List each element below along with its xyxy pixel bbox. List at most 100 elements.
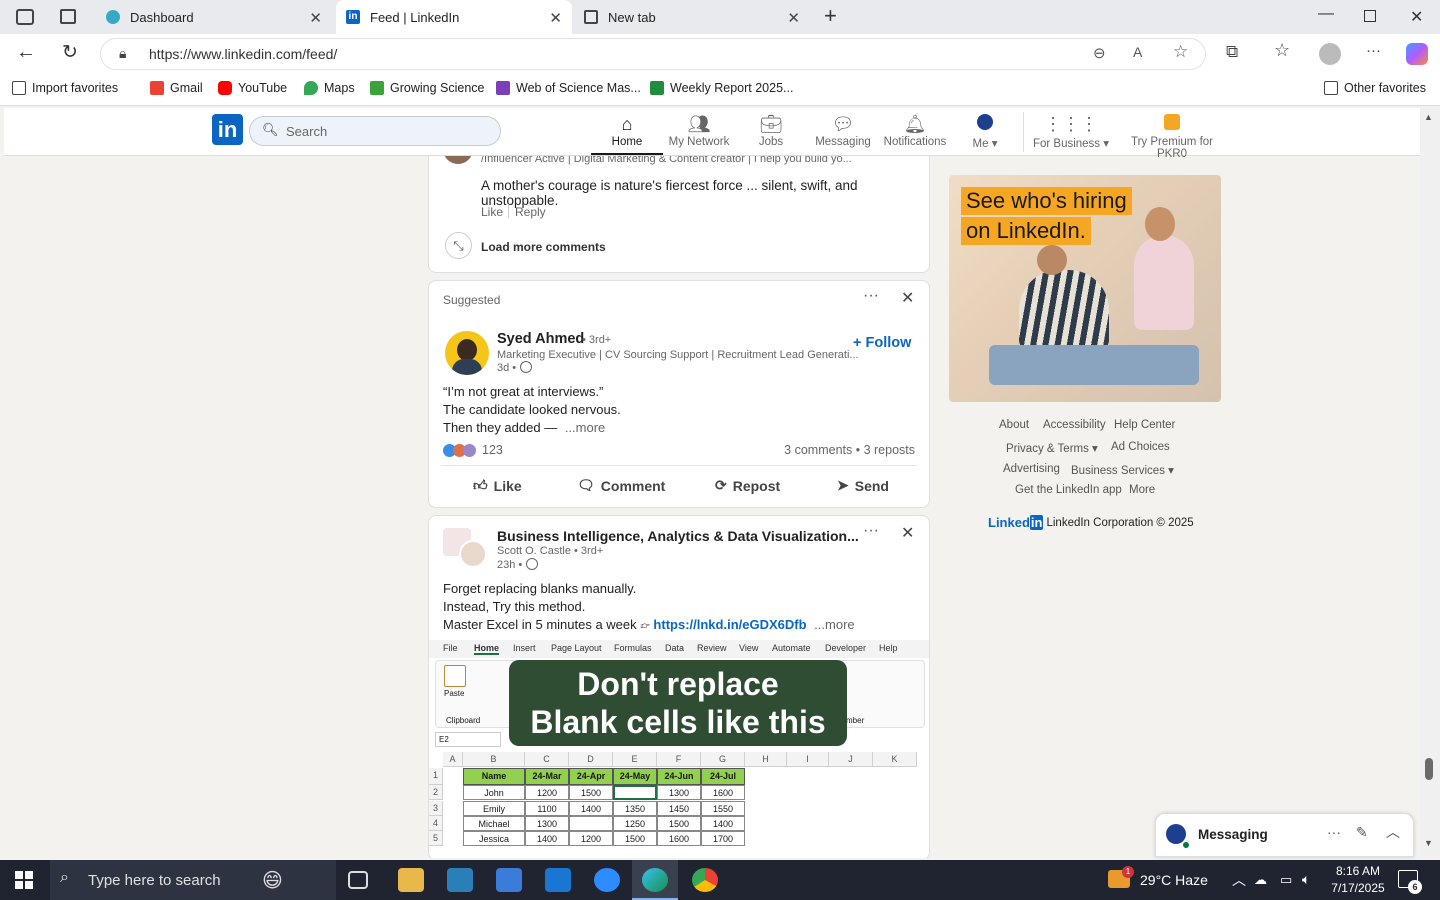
weather-text[interactable]: 29°C Haze [1140, 872, 1208, 888]
app-icon[interactable] [447, 868, 473, 892]
post-group-title[interactable]: Business Intelligence, Analytics & Data … [497, 528, 859, 544]
author-name[interactable]: Scott O. Castle • 3rd+ [497, 545, 603, 557]
see-more-link[interactable]: ...more [814, 617, 854, 632]
clock[interactable]: 8:16 AM 7/17/2025 [1326, 863, 1390, 897]
show-hidden-icons[interactable]: ︿ [1232, 870, 1246, 890]
nav-jobs[interactable]: 💼︎ Jobs [735, 112, 807, 148]
file-explorer-icon[interactable] [398, 868, 424, 892]
comments-reposts-count[interactable]: 3 comments • 3 reposts [784, 443, 915, 457]
footer-business-services[interactable]: Business Services ▾ [1071, 463, 1174, 477]
scroll-down-icon[interactable]: ▼ [1424, 838, 1433, 848]
settings-more-icon[interactable]: ··· [1366, 42, 1381, 59]
post-image[interactable]: File Home Insert Page Layout Formulas Da… [429, 640, 929, 858]
favorite-weekly-report[interactable]: Weekly Report 2025... [650, 81, 793, 95]
nav-me[interactable]: Me ▾ [949, 112, 1021, 150]
network-status-icon[interactable]: ▭ [1280, 872, 1292, 888]
site-info-icon[interactable]: 🔒︎ [119, 45, 126, 62]
favorites-icon[interactable]: ☆ [1274, 40, 1290, 61]
refresh-button[interactable]: ↻ [62, 41, 78, 64]
favorite-growing-science[interactable]: Growing Science [370, 81, 485, 95]
page-scrollbar[interactable]: ▲ ▼ [1420, 108, 1440, 858]
favorite-import[interactable]: Import favorites [12, 81, 118, 95]
post-link[interactable]: https://lnkd.in/eGDX6Dfb [653, 617, 806, 632]
onedrive-icon[interactable]: ☁ [1254, 872, 1267, 888]
address-bar[interactable]: 🔒︎ https://www.linkedin.com/feed/ ⊖ A ☆ [100, 38, 1206, 70]
other-favorites[interactable]: Other favorites [1324, 81, 1426, 95]
nav-my-network[interactable]: 👥︎ My Network [663, 112, 735, 148]
tab-dashboard[interactable]: Dashboard ✕ [96, 0, 332, 34]
compose-message-icon[interactable]: ✎ [1356, 824, 1368, 841]
mail-icon[interactable] [545, 868, 571, 892]
windows-start-icon[interactable] [15, 871, 33, 889]
volume-icon[interactable]: 🔈︎ [1302, 871, 1310, 888]
favorite-star-icon[interactable]: ☆ [1173, 42, 1188, 62]
footer-advertising[interactable]: Advertising [1003, 463, 1060, 475]
zoom-app-icon[interactable] [594, 868, 620, 892]
task-view-icon[interactable] [348, 871, 368, 889]
send-button[interactable]: ➤ Send [837, 477, 889, 494]
messaging-options-icon[interactable]: ··· [1327, 824, 1341, 840]
read-aloud-icon[interactable]: A [1133, 44, 1142, 60]
tab-new-tab[interactable]: New tab ✕ [574, 0, 810, 34]
load-more-comments-button[interactable]: Load more comments [481, 240, 606, 254]
tab-actions-icon[interactable] [60, 9, 76, 24]
footer-accessibility[interactable]: Accessibility [1043, 419, 1106, 431]
maximize-button[interactable] [1364, 10, 1376, 22]
hiring-ad[interactable]: See who's hiring on LinkedIn. [949, 175, 1221, 402]
comment-button[interactable]: 🗨︎ Comment [577, 477, 665, 494]
search-input[interactable]: 🔍︎ Search [249, 116, 501, 146]
footer-more[interactable]: More [1129, 484, 1155, 496]
close-tab-icon[interactable]: ✕ [787, 9, 800, 27]
like-button[interactable]: 👍︎ Like [473, 477, 522, 494]
extensions-icon[interactable]: ⧉ [1226, 42, 1238, 62]
new-tab-button[interactable]: + [824, 3, 837, 29]
footer-ad-choices[interactable]: Ad Choices [1111, 441, 1170, 453]
footer-get-app[interactable]: Get the LinkedIn app [1015, 484, 1122, 496]
favorite-youtube[interactable]: YouTube [218, 81, 287, 95]
footer-privacy-terms[interactable]: Privacy & Terms ▾ [1006, 441, 1098, 455]
minimize-button[interactable]: — [1318, 5, 1334, 23]
expand-chevron-icon[interactable]: ︿ [1386, 822, 1400, 842]
zoom-icon[interactable]: ⊖ [1093, 44, 1106, 62]
comment-like-button[interactable]: Like [481, 205, 503, 219]
expand-icon[interactable]: ⤡ [445, 232, 472, 259]
close-tab-icon[interactable]: ✕ [549, 9, 562, 27]
post-more-options-icon[interactable]: ··· [863, 522, 879, 540]
favorite-web-of-science[interactable]: Web of Science Mas... [496, 81, 641, 95]
scroll-up-icon[interactable]: ▲ [1424, 112, 1433, 122]
profile-avatar[interactable] [1319, 43, 1341, 65]
edge-taskbar-item[interactable] [632, 860, 678, 900]
nav-home[interactable]: ⌂ Home [591, 112, 663, 148]
see-more-link[interactable]: ...more [565, 420, 605, 435]
nav-messaging[interactable]: 💬︎ Messaging [807, 112, 879, 148]
workspaces-icon[interactable] [16, 9, 34, 25]
comment-reply-button[interactable]: Reply [515, 205, 546, 219]
post-more-options-icon[interactable]: ··· [863, 287, 879, 305]
footer-help-center[interactable]: Help Center [1114, 419, 1175, 431]
scrollbar-thumb[interactable] [1425, 758, 1433, 780]
reactions-summary[interactable]: 123 [443, 443, 503, 457]
close-tab-icon[interactable]: ✕ [309, 9, 322, 27]
copilot-icon[interactable] [1406, 43, 1428, 65]
author-avatar[interactable] [459, 540, 487, 568]
tab-linkedin[interactable]: in Feed | LinkedIn ✕ [336, 0, 572, 34]
footer-about[interactable]: About [999, 419, 1029, 431]
chrome-icon[interactable] [692, 868, 718, 892]
back-button[interactable]: ← [16, 41, 36, 64]
repost-button[interactable]: ⟳ Repost [715, 477, 780, 494]
author-name[interactable]: Syed Ahmed [497, 331, 584, 347]
taskbar-search-input[interactable]: ⌕ Type here to search 😄︎ [50, 860, 336, 900]
nav-premium[interactable]: Try Premium for PKR0 [1116, 112, 1228, 160]
follow-button[interactable]: + Follow [853, 335, 911, 351]
favorite-maps[interactable]: Maps [304, 81, 355, 95]
nav-notifications[interactable]: 🔔︎ Notifications [879, 112, 951, 148]
dismiss-post-icon[interactable]: ✕ [901, 523, 914, 543]
author-avatar[interactable] [445, 331, 489, 375]
favorite-gmail[interactable]: Gmail [150, 81, 203, 95]
dismiss-post-icon[interactable]: ✕ [901, 288, 914, 308]
microsoft-store-icon[interactable] [496, 868, 522, 892]
messaging-panel[interactable]: Messaging ··· ✎ ︿ [1155, 813, 1414, 857]
close-window-button[interactable]: ✕ [1410, 7, 1423, 27]
linkedin-logo[interactable]: in [212, 114, 243, 145]
nav-for-business[interactable]: ⋮⋮⋮ For Business ▾ [1028, 112, 1114, 150]
